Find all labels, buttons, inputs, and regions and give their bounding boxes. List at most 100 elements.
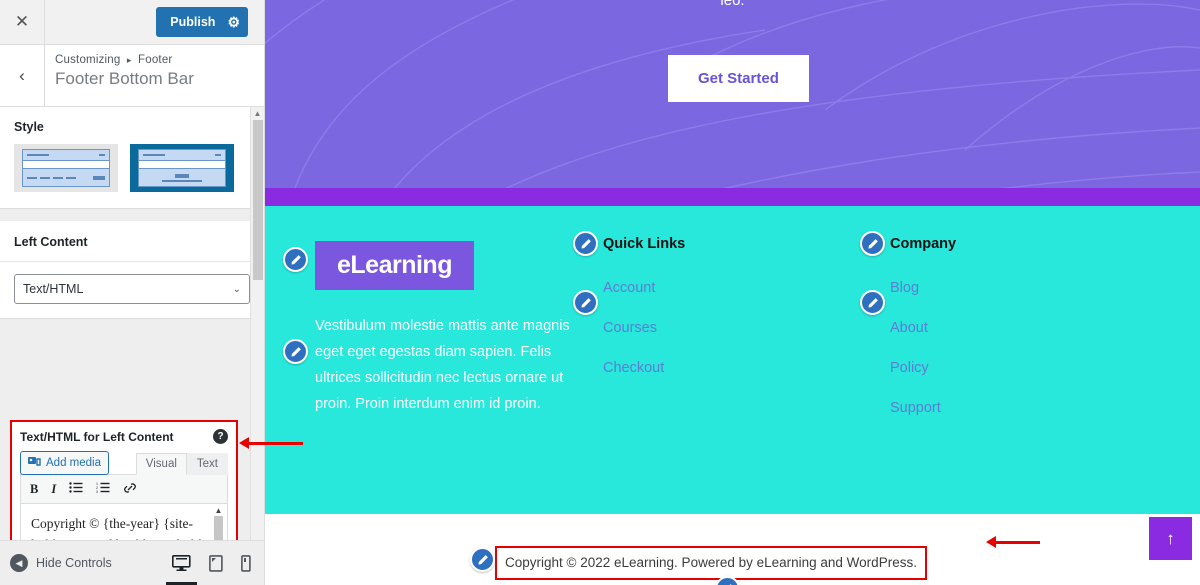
text-html-control-label: Text/HTML for Left Content	[20, 429, 174, 444]
editor-tabs: Visual Text	[135, 453, 228, 475]
edit-company-menu-pencil-icon[interactable]	[860, 290, 885, 315]
pencil-svg	[868, 297, 878, 307]
text-html-control-header: Text/HTML for Left Content ?	[20, 429, 228, 444]
publish-button[interactable]: Publish ⚙	[156, 7, 248, 37]
pencil-svg	[868, 238, 878, 248]
add-media-button[interactable]: Add media	[20, 451, 109, 475]
site-preview: leo. Get Started eLearning Vestibulum mo…	[265, 0, 1200, 585]
site-logo-text: eLearning	[337, 251, 452, 279]
footer-widgets-area: eLearning Vestibulum molestie mattis ant…	[265, 206, 1200, 514]
footer-link[interactable]: Courses	[603, 320, 685, 336]
footer-column-title: Quick Links	[603, 236, 686, 252]
back-icon[interactable]: ‹	[0, 45, 45, 106]
panel-scroll-thumb[interactable]	[252, 120, 263, 280]
ordered-list-svg: 1 2 3	[96, 482, 110, 494]
annotation-arrow-copyright	[986, 536, 1040, 548]
header-texts: Customizing ▸ Footer Footer Bottom Bar	[45, 45, 194, 106]
left-content-select-wrap: Text/HTML ⌄	[0, 262, 264, 318]
bullet-list-icon[interactable]	[69, 482, 83, 496]
add-media-label: Add media	[46, 457, 101, 469]
scroll-to-top-button[interactable]: ↑	[1149, 517, 1192, 560]
page-title: Footer Bottom Bar	[55, 69, 194, 88]
footer-about-text: Vestibulum molestie mattis ante magnis e…	[315, 318, 570, 412]
editor-toolbar: B I 1 2 3	[20, 474, 228, 504]
gear-icon[interactable]: ⚙	[227, 15, 240, 29]
bullet-list-svg	[69, 482, 83, 493]
copyright-highlight-box: Copyright © 2022 eLearning. Powered by e…	[495, 546, 927, 580]
media-icon	[28, 456, 41, 470]
panel-scroll-up-icon[interactable]: ▲	[251, 107, 264, 120]
breadcrumb: Customizing ▸ Footer	[55, 54, 194, 66]
edit-company-title-pencil-icon[interactable]	[860, 231, 885, 256]
footer-link[interactable]: About	[890, 320, 956, 336]
panel-header: ‹ Customizing ▸ Footer Footer Bottom Bar	[0, 45, 264, 107]
panel-scrollbar[interactable]: ▲	[250, 107, 264, 585]
panel-topbar: ✕ Publish ⚙	[0, 0, 264, 45]
footer-column-title: Company	[890, 236, 957, 252]
customizer-panel: ✕ Publish ⚙ ‹ Customizing ▸ Footer Foote…	[0, 0, 265, 585]
ordered-list-icon[interactable]: 1 2 3	[96, 482, 110, 496]
hero-cut-text: leo.	[720, 0, 745, 9]
edit-about-pencil-icon[interactable]	[283, 339, 308, 364]
footer-link[interactable]: Blog	[890, 280, 956, 296]
chevron-down-icon: ⌄	[232, 283, 241, 295]
left-content-select-value: Text/HTML	[23, 282, 84, 296]
style-section: Style	[0, 107, 264, 209]
edit-copyright-pencil-icon[interactable]	[470, 547, 495, 572]
get-started-button[interactable]: Get Started	[668, 55, 809, 102]
editor-top-row: Add media Visual Text	[20, 451, 228, 475]
annotation-arrow-editor	[239, 437, 303, 449]
close-icon[interactable]: ✕	[0, 0, 45, 44]
footer-link[interactable]: Policy	[890, 360, 956, 376]
footer-column-quick-links: Quick Links Account Courses Checkout	[573, 231, 686, 400]
help-icon[interactable]: ?	[213, 429, 228, 444]
media-icon-svg	[28, 457, 41, 466]
style-options	[0, 144, 264, 208]
bold-icon[interactable]: B	[30, 482, 38, 497]
arrow-up-icon: ↑	[1166, 529, 1175, 548]
pencil-svg	[581, 238, 591, 248]
hide-controls-icon: ◀	[10, 554, 28, 572]
copyright-text: Copyright © 2022 eLearning. Powered by e…	[505, 555, 917, 570]
edit-quick-links-title-pencil-icon[interactable]	[573, 231, 598, 256]
breadcrumb-separator-icon: ▸	[126, 55, 132, 65]
footer-link[interactable]: Checkout	[603, 360, 685, 376]
hide-controls-label: Hide Controls	[36, 556, 112, 570]
italic-icon[interactable]: I	[51, 482, 56, 497]
pencil-svg	[581, 297, 591, 307]
pencil-svg	[291, 254, 301, 264]
link-svg	[124, 482, 137, 493]
device-preview-group	[166, 554, 264, 585]
editor-scroll-up-icon[interactable]: ▲	[212, 506, 225, 515]
tab-text[interactable]: Text	[186, 453, 228, 475]
customizer-screen: ✕ Publish ⚙ ‹ Customizing ▸ Footer Foote…	[0, 0, 1200, 585]
footer-brand-column: eLearning Vestibulum molestie mattis ant…	[283, 241, 615, 417]
footer-link[interactable]: Support	[890, 400, 956, 416]
link-icon[interactable]	[123, 482, 137, 497]
style-option-2[interactable]	[130, 144, 234, 192]
mobile-icon[interactable]	[241, 554, 251, 572]
style-preview-centered	[138, 149, 226, 187]
footer-column-company: Company Blog About Policy Support	[860, 231, 957, 440]
purple-divider-strip	[265, 188, 1200, 206]
pencil-svg	[478, 554, 488, 564]
style-preview-left	[22, 149, 110, 187]
breadcrumb-current[interactable]: Footer	[138, 54, 172, 66]
footer-bottom-bar: Copyright © 2022 eLearning. Powered by e…	[265, 514, 1200, 585]
hide-controls-button[interactable]: ◀ Hide Controls	[10, 554, 112, 572]
publish-button-label: Publish	[170, 15, 216, 29]
edit-quick-links-menu-pencil-icon[interactable]	[573, 290, 598, 315]
style-option-1[interactable]	[14, 144, 118, 192]
hero-section: leo. Get Started	[265, 0, 1200, 188]
breadcrumb-root[interactable]: Customizing	[55, 54, 120, 66]
footer-link[interactable]: Account	[603, 280, 685, 296]
section-gap	[0, 209, 264, 221]
tab-visual[interactable]: Visual	[135, 453, 187, 475]
desktop-icon[interactable]	[166, 554, 197, 585]
left-content-select[interactable]: Text/HTML ⌄	[14, 274, 250, 304]
tablet-icon[interactable]	[209, 554, 223, 572]
site-logo[interactable]: eLearning	[315, 241, 474, 290]
left-content-label: Left Content	[0, 221, 264, 262]
left-content-section: Left Content Text/HTML ⌄	[0, 221, 264, 319]
edit-logo-pencil-icon[interactable]	[283, 247, 308, 272]
